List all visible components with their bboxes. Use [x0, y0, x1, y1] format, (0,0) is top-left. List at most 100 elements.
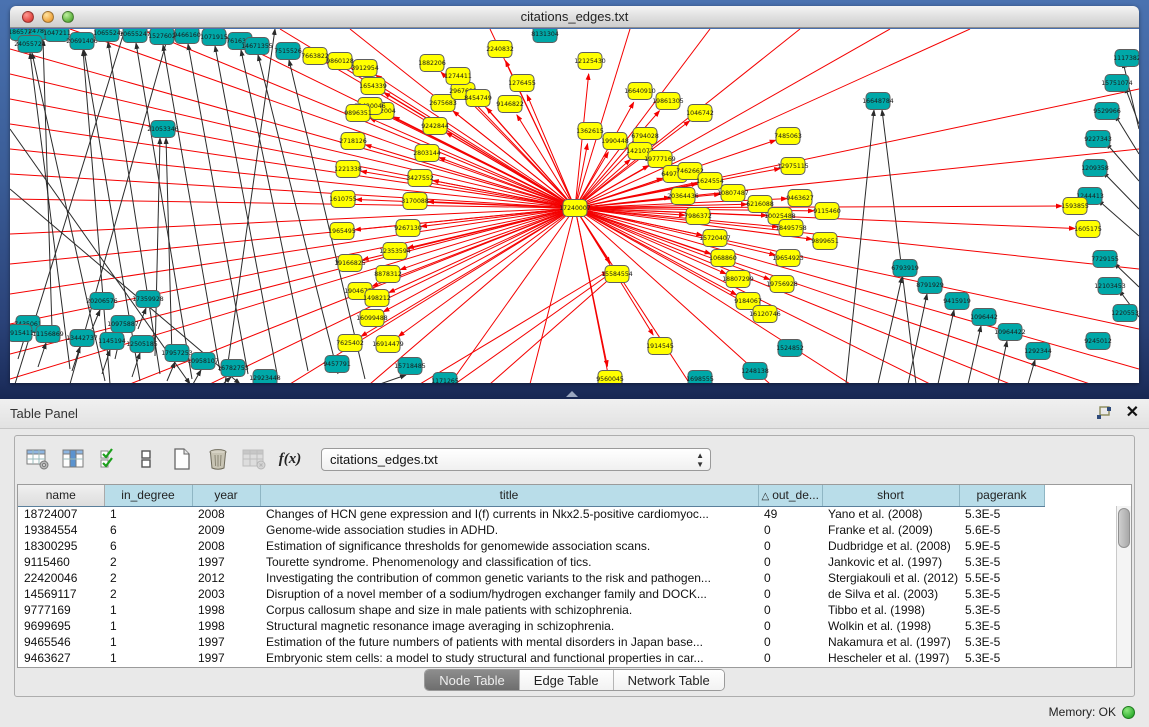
column-header-pagerank[interactable]: pagerank [959, 485, 1044, 506]
graph-node[interactable]: 1498212 [363, 290, 391, 307]
graph-node[interactable]: 21053346 [147, 121, 179, 138]
graph-node[interactable]: 7986372 [684, 208, 712, 225]
graph-node[interactable]: 1221338 [334, 161, 362, 178]
graph-node[interactable]: 12505185 [126, 336, 158, 353]
close-window-button[interactable] [22, 11, 34, 23]
graph-node[interactable]: 7515526 [274, 43, 302, 60]
graph-node[interactable]: 19166825 [334, 255, 366, 272]
graph-node[interactable]: 10958107 [187, 353, 219, 370]
column-header-out_de[interactable]: △out_de... [758, 485, 822, 506]
graph-node[interactable]: 11156869 [32, 326, 64, 343]
graph-node[interactable]: 16782753 [217, 360, 249, 377]
table-selector-dropdown[interactable]: citations_edges.txt ▲▼ [321, 448, 711, 471]
graph-node[interactable]: 3427552 [406, 170, 434, 187]
graph-node[interactable]: 1065524 [93, 29, 121, 42]
graph-node[interactable]: 10975887 [107, 316, 139, 333]
graph-node[interactable]: 9146822 [496, 96, 524, 113]
graph-node[interactable]: 15584554 [601, 266, 633, 283]
graph-node[interactable]: 17359928 [132, 291, 164, 308]
graph-node[interactable]: 1698555 [686, 371, 714, 384]
graph-node[interactable]: 8791929 [916, 277, 944, 294]
graph-node[interactable]: 24055724 [14, 36, 46, 53]
graph-node[interactable]: 9245012 [1084, 333, 1112, 350]
graph-node[interactable]: 1882206 [418, 55, 446, 72]
graph-node[interactable]: 6794028 [631, 128, 659, 145]
graph-node[interactable]: 1276455 [508, 75, 536, 92]
graph-node[interactable]: 1209358 [1081, 160, 1109, 177]
graph-node[interactable]: 2240832 [486, 41, 514, 58]
graph-node[interactable]: 1965495 [328, 223, 356, 240]
graph-node[interactable]: 20206576 [86, 293, 118, 310]
graph-node[interactable]: 1524852 [776, 340, 804, 357]
graph-hub-node[interactable]: 17240007 [559, 200, 591, 217]
graph-node[interactable]: 1071915 [200, 29, 228, 46]
graph-node[interactable]: 1610755 [329, 191, 357, 208]
table-row[interactable]: 1830029562008Estimation of significance … [18, 538, 1044, 554]
column-header-in_degree[interactable]: in_degree [104, 485, 192, 506]
graph-node[interactable]: 1624554 [696, 173, 724, 190]
graph-node[interactable]: 9466160 [173, 29, 201, 44]
graph-node[interactable]: 1990448 [601, 133, 629, 150]
table-scrollbar[interactable] [1116, 506, 1131, 667]
graph-node[interactable]: 1046742 [686, 105, 714, 122]
table-row[interactable]: 911546021997Tourette syndrome. Phenomeno… [18, 554, 1044, 570]
table-row[interactable]: 1456911722003Disruption of a novel membe… [18, 586, 1044, 602]
graph-node[interactable]: 12923448 [249, 370, 281, 384]
graph-node[interactable]: 12125430 [574, 53, 606, 70]
graph-node[interactable]: 1914545 [646, 338, 674, 355]
network-graph-canvas[interactable]: 1865733247890410472112405572420691406106… [10, 29, 1139, 383]
delete-trash-icon[interactable] [205, 446, 231, 472]
graph-node[interactable]: 1068860 [709, 250, 737, 267]
graph-node[interactable]: 1654339 [359, 78, 387, 95]
graph-node[interactable]: 15720407 [699, 230, 731, 247]
graph-node[interactable]: 1362615 [576, 123, 604, 140]
apply-checks-icon[interactable] [97, 446, 123, 472]
graph-node[interactable]: 9899651 [811, 233, 839, 250]
table-row[interactable]: 977716911998Corpus callosum shape and si… [18, 602, 1044, 618]
graph-node[interactable]: 19756928 [766, 276, 798, 293]
column-header-title[interactable]: title [260, 485, 758, 506]
graph-node[interactable]: 9457791 [323, 356, 351, 373]
graph-node[interactable]: 9115460 [813, 203, 841, 220]
graph-node[interactable]: 12353594 [379, 243, 411, 260]
graph-node[interactable]: 3912954 [351, 60, 379, 77]
graph-node[interactable]: 8878312 [374, 266, 402, 283]
graph-node[interactable]: 9267130 [394, 220, 422, 237]
graph-node[interactable]: 1248138 [741, 363, 769, 380]
graph-node[interactable]: 12975115 [777, 158, 809, 175]
graph-node[interactable]: 1117382 [1113, 50, 1139, 67]
graph-node[interactable]: 2803144 [413, 145, 441, 162]
graph-node[interactable]: 1527602 [148, 29, 176, 45]
tab-network-table[interactable]: Network Table [614, 670, 724, 690]
graph-node[interactable]: 14671355 [241, 38, 273, 55]
graph-node[interactable]: 1096442 [970, 309, 998, 326]
table-row[interactable]: 969969511998Structural magnetic resonanc… [18, 618, 1044, 634]
graph-node[interactable]: 16648784 [862, 93, 894, 110]
table-row[interactable]: 2242004622012Investigating the contribut… [18, 570, 1044, 586]
graph-node[interactable]: 9896351 [344, 105, 372, 122]
graph-node[interactable]: 18807299 [722, 271, 754, 288]
graph-node[interactable]: 1171265 [431, 373, 459, 384]
column-header-short[interactable]: short [822, 485, 959, 506]
table-row[interactable]: 1938455462009Genome-wide association stu… [18, 522, 1044, 538]
graph-node[interactable]: 7729155 [1091, 251, 1119, 268]
graph-node[interactable]: 9529966 [1093, 103, 1121, 120]
graph-node[interactable]: 8454749 [464, 90, 492, 107]
tab-edge-table[interactable]: Edge Table [520, 670, 614, 690]
graph-node[interactable]: 16099488 [356, 310, 388, 327]
graph-node[interactable]: 9242844 [421, 118, 449, 135]
function-builder-icon[interactable]: f(x) [277, 446, 303, 472]
graph-node[interactable]: 1220553 [1111, 305, 1139, 322]
graph-node[interactable]: 13442737 [66, 330, 98, 347]
graph-node[interactable]: 12103453 [1094, 278, 1126, 295]
graph-node[interactable]: 19861305 [652, 93, 684, 110]
graph-node[interactable]: 1605175 [1074, 221, 1102, 238]
graph-node[interactable]: 7625402 [336, 335, 364, 352]
graph-node[interactable]: 1145194 [98, 333, 126, 350]
graph-node[interactable]: 1274411 [444, 68, 472, 85]
table-settings-icon[interactable] [25, 446, 51, 472]
rows-icon[interactable] [133, 446, 159, 472]
graph-node[interactable]: 8131304 [531, 29, 559, 43]
graph-node[interactable]: 7663822 [301, 48, 329, 65]
graph-node[interactable]: 10964422 [994, 324, 1026, 341]
